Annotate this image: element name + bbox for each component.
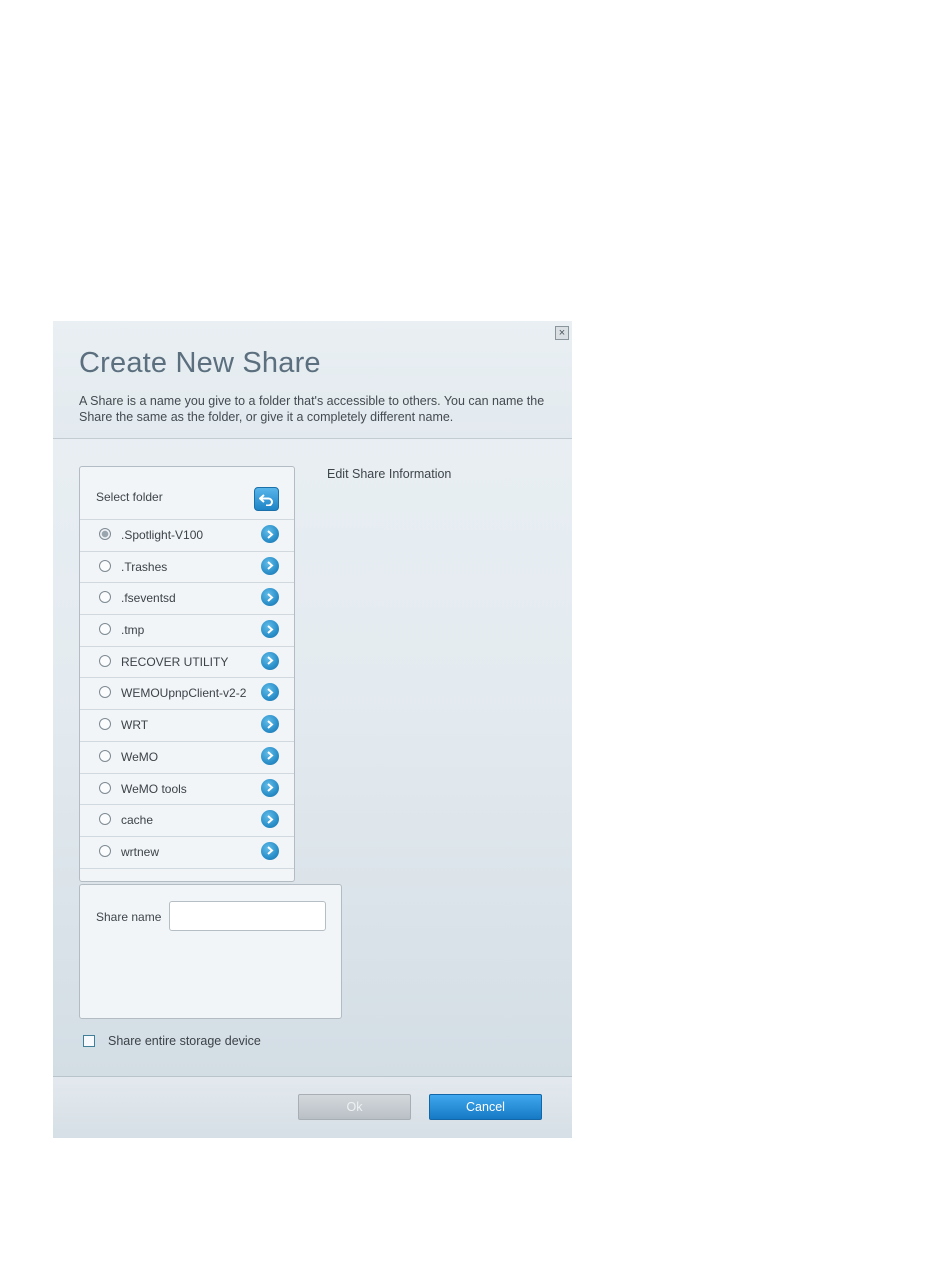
folder-row[interactable]: WRT xyxy=(80,710,294,742)
edit-share-information-label: Edit Share Information xyxy=(327,467,452,481)
chevron-right-icon[interactable] xyxy=(261,746,279,765)
share-name-input[interactable] xyxy=(169,901,326,931)
folder-name: cache xyxy=(121,813,154,828)
folder-row[interactable]: RECOVER UTILITY xyxy=(80,647,294,679)
folder-name: WeMO tools xyxy=(121,781,187,796)
share-entire-checkbox[interactable] xyxy=(83,1035,95,1047)
folder-radio[interactable] xyxy=(99,718,111,731)
folder-radio[interactable] xyxy=(99,781,111,794)
folder-name: WEMOUpnpClient-v2-2 xyxy=(121,686,247,701)
share-name-label: Share name xyxy=(96,910,162,924)
dialog-title: Create New Share xyxy=(79,347,321,379)
folder-row[interactable]: wrtnew xyxy=(80,837,294,869)
dialog-header: Create New Share A Share is a name you g… xyxy=(53,321,572,439)
folder-name: WeMO xyxy=(121,749,159,764)
folder-row[interactable]: .Trashes xyxy=(80,552,294,584)
folder-row[interactable]: cache xyxy=(80,805,294,837)
folder-radio[interactable] xyxy=(99,623,111,636)
folder-radio[interactable] xyxy=(99,528,111,540)
cancel-button[interactable]: Cancel xyxy=(429,1094,542,1120)
select-folder-label: Select folder xyxy=(96,490,163,504)
folder-row[interactable]: .Spotlight-V100 xyxy=(80,520,294,552)
ok-button[interactable]: Ok xyxy=(298,1094,411,1120)
folder-row[interactable]: WeMO tools xyxy=(80,774,294,806)
chevron-right-icon[interactable] xyxy=(261,683,279,702)
create-share-dialog: Create New Share A Share is a name you g… xyxy=(53,321,572,1138)
share-entire-option[interactable]: Share entire storage device xyxy=(83,1034,261,1048)
folder-panel-header: Select folder xyxy=(80,467,294,520)
back-arrow-icon[interactable] xyxy=(254,487,279,511)
folder-radio[interactable] xyxy=(99,686,111,699)
folder-radio[interactable] xyxy=(99,591,111,604)
folder-row[interactable]: WEMOUpnpClient-v2-2 xyxy=(80,678,294,711)
folder-row[interactable]: WeMO xyxy=(80,742,294,774)
folder-name: WRT xyxy=(121,718,149,733)
folder-name: wrtnew xyxy=(121,844,160,859)
share-entire-label: Share entire storage device xyxy=(108,1034,261,1048)
dialog-footer: Ok Cancel xyxy=(53,1076,572,1138)
folder-radio[interactable] xyxy=(99,813,111,826)
folder-radio[interactable] xyxy=(99,559,111,572)
dialog-description: A Share is a name you give to a folder t… xyxy=(79,394,545,424)
folder-name: .Spotlight-V100 xyxy=(121,528,204,542)
select-folder-panel: Select folder .Spotlight-V100 .Trashes .fs… xyxy=(79,466,295,882)
folder-name: .Trashes xyxy=(121,559,168,574)
folder-name: .tmp xyxy=(121,623,145,638)
folder-row[interactable]: .fseventsd xyxy=(80,583,294,616)
folder-list: .Spotlight-V100 .Trashes .fseventsd .tmp REC… xyxy=(80,520,294,869)
folder-radio[interactable] xyxy=(99,749,111,762)
folder-name: RECOVER UTILITY xyxy=(121,654,229,669)
folder-radio[interactable] xyxy=(99,654,111,667)
chevron-right-icon[interactable] xyxy=(261,778,279,797)
chevron-right-icon[interactable] xyxy=(261,588,279,607)
share-name-panel: Share name xyxy=(79,884,342,1019)
chevron-right-icon[interactable] xyxy=(261,651,279,670)
folder-row[interactable]: .tmp xyxy=(80,615,294,647)
chevron-right-icon[interactable] xyxy=(261,715,279,734)
folder-name: .fseventsd xyxy=(121,591,176,606)
chevron-right-icon[interactable] xyxy=(261,841,279,860)
chevron-right-icon[interactable] xyxy=(261,525,279,543)
folder-radio[interactable] xyxy=(99,844,111,857)
chevron-right-icon[interactable] xyxy=(261,620,279,639)
close-icon[interactable]: × xyxy=(555,326,569,340)
chevron-right-icon[interactable] xyxy=(261,810,279,829)
chevron-right-icon[interactable] xyxy=(261,556,279,575)
